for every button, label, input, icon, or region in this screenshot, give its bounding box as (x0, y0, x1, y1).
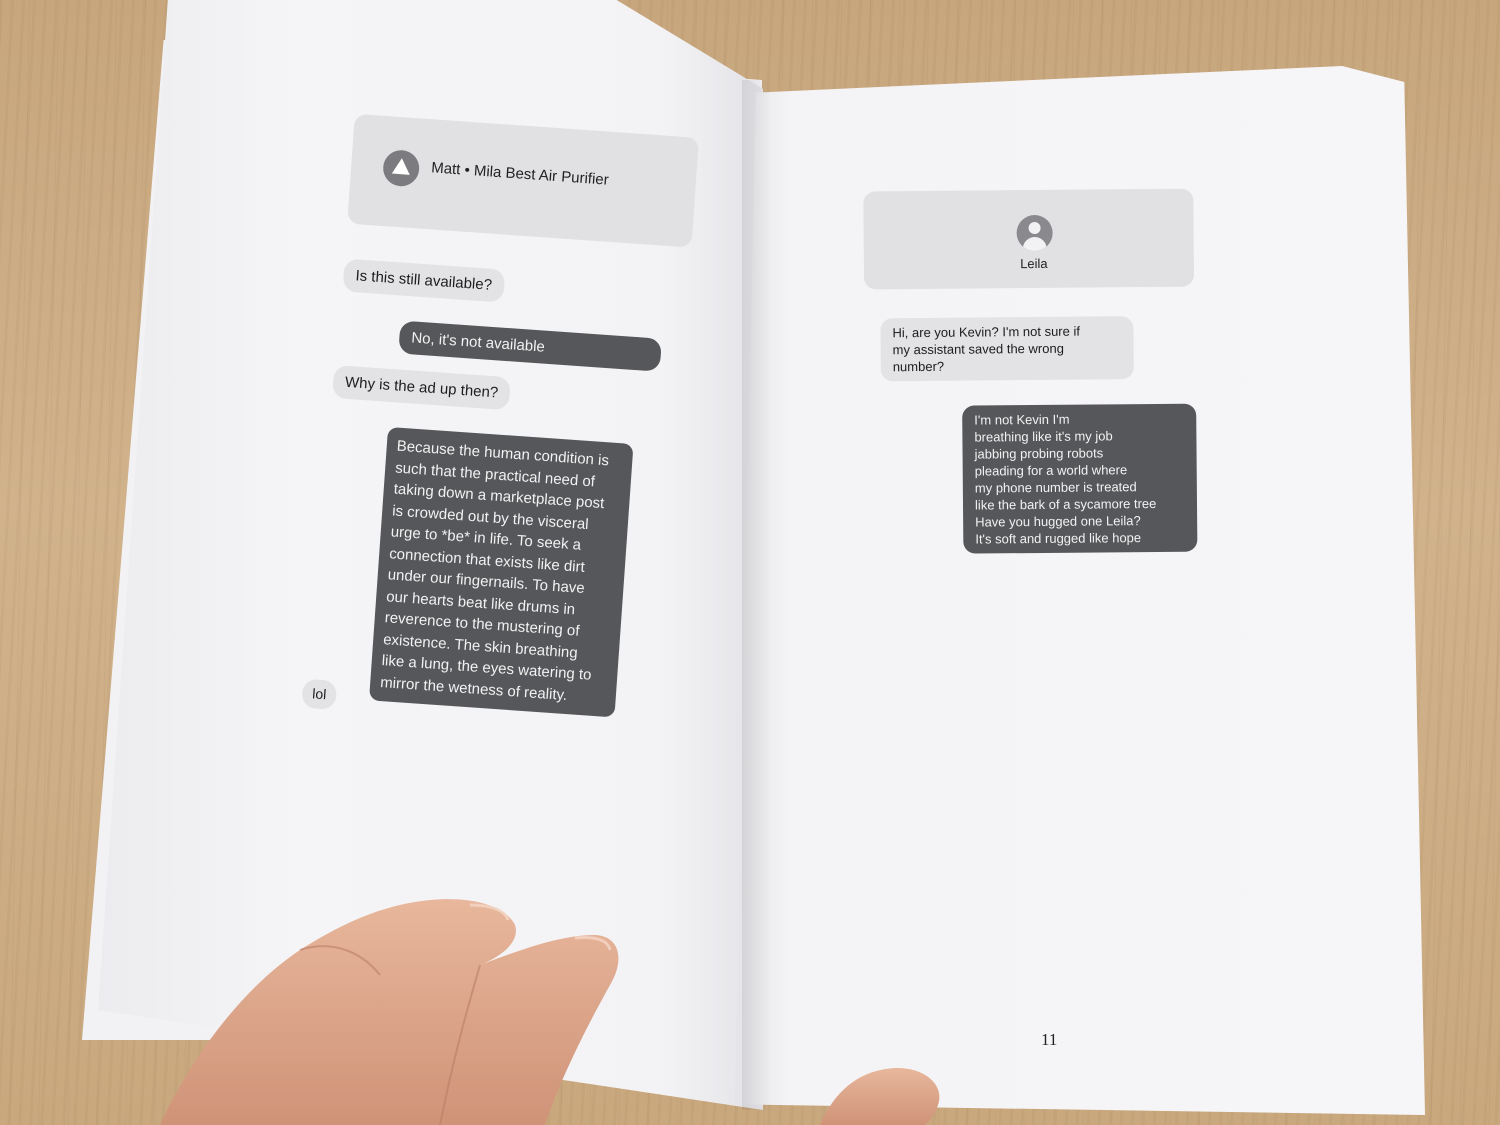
contact-name: Leila (1020, 255, 1048, 272)
message-bubble-outgoing: Because the human condition is such that… (368, 426, 634, 718)
conversation-header-matt: Matt • Mila Best Air Purifier (347, 113, 700, 248)
message-bubble-incoming: Hi, are you Kevin? I'm not sure if my as… (880, 316, 1134, 382)
message-bubble-incoming: Is this still available? (342, 258, 506, 303)
message-bubble-incoming: Why is the ad up then? (331, 365, 512, 411)
page-number-right: 11 (1041, 1030, 1058, 1049)
message-bubble-outgoing: I'm not Kevin I'm breathing like it's my… (962, 403, 1198, 554)
book-gutter (742, 80, 772, 1110)
message-bubble-incoming: lol (301, 678, 338, 710)
message-bubble-outgoing: No, it's not available (398, 320, 662, 372)
right-page-conversation: Leila Hi, are you Kevin? I'm not sure if… (860, 188, 1213, 591)
conversation-header-leila: Leila (863, 188, 1195, 290)
conversation-title: Matt • Mila Best Air Purifier (430, 159, 610, 189)
left-page-conversation: Matt • Mila Best Air Purifier Is this st… (257, 110, 700, 756)
triangle-icon (381, 148, 421, 188)
person-icon (1016, 214, 1053, 252)
open-book: Matt • Mila Best Air Purifier Is this st… (0, 0, 1500, 1125)
page-number-left: 10 (440, 980, 457, 999)
